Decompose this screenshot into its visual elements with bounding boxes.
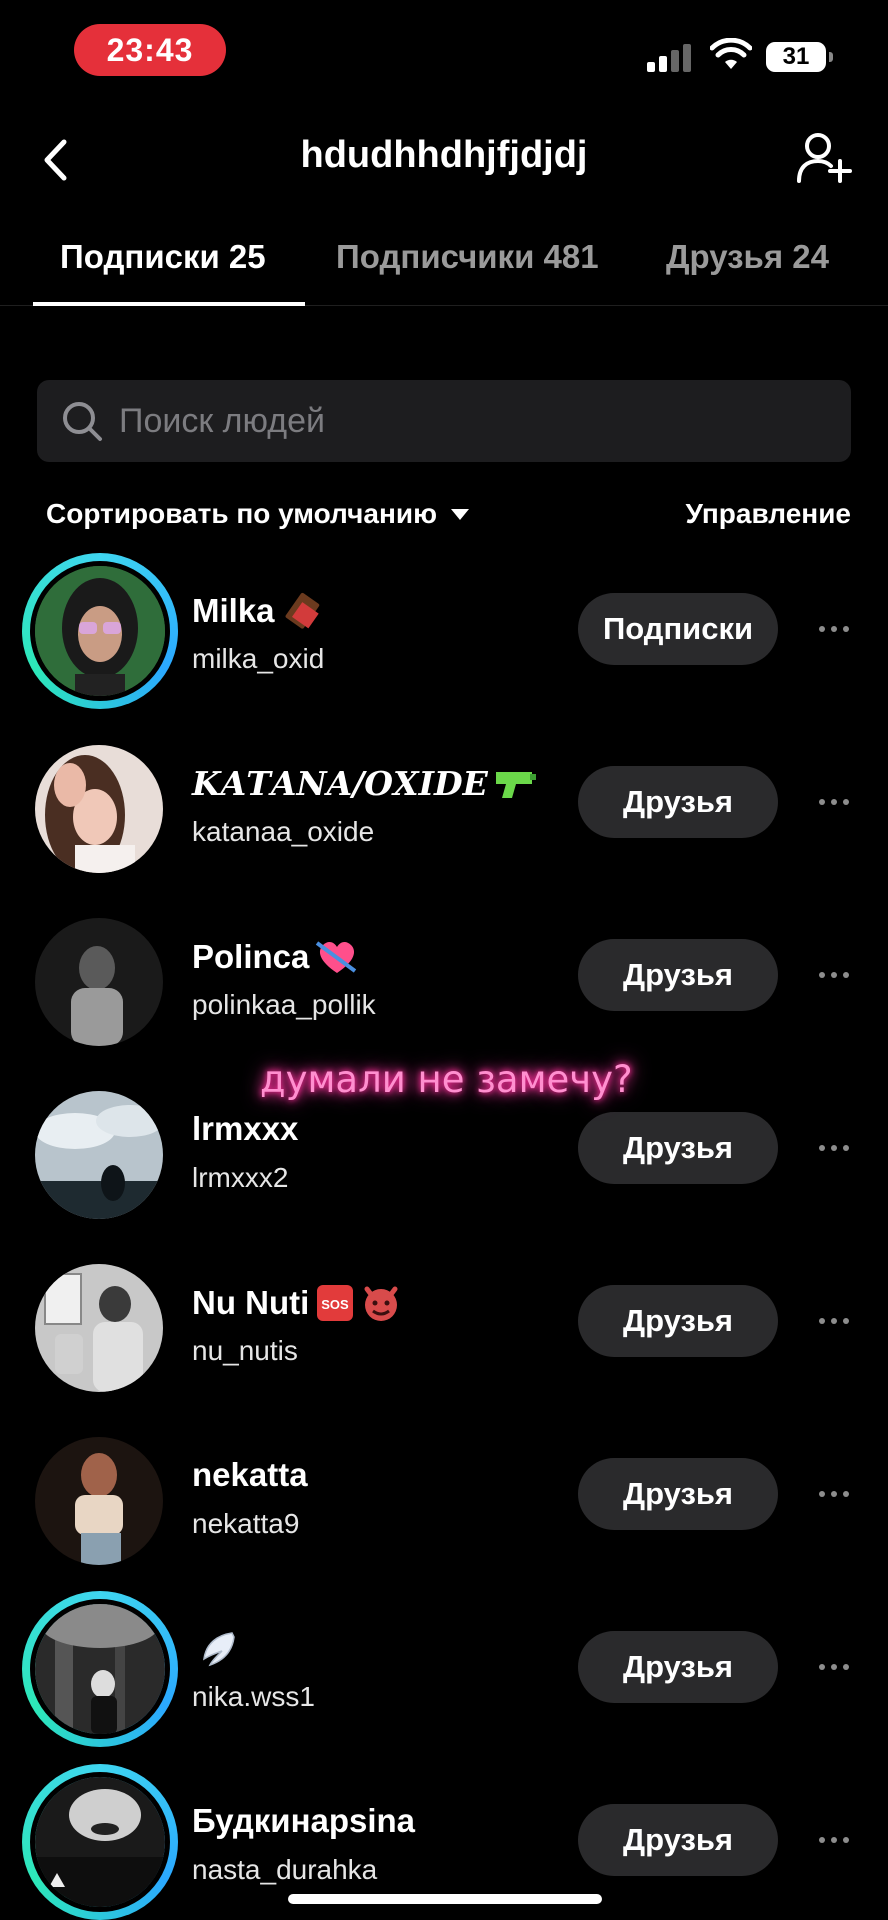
sort-row: Сортировать по умолчанию Управление [46,498,851,538]
heart-arrow-emoji-icon [316,941,357,973]
chocolate-emoji-icon [285,592,319,629]
friends-button[interactable]: Друзья [578,766,778,838]
user-name-text: Nu Nuti [192,1284,310,1321]
manage-button[interactable]: Управление [686,498,851,530]
avatar-frame [26,1255,172,1401]
user-name-text: Polinca [192,938,310,975]
user-list: Milka milka_oxid Подписки 𝑲𝑨𝑻𝑨𝑵𝑨/𝑶𝑿𝑰𝑫𝑬 k… [0,543,888,1920]
avatar [30,561,170,701]
search-icon [63,402,102,441]
avatar [30,1599,170,1739]
user-name[interactable]: nekatta [192,1456,308,1494]
user-handle[interactable]: polinkaa_pollik [192,989,376,1021]
story-ring[interactable] [22,1591,178,1747]
battery-icon: 31 [766,42,833,72]
cellular-signal-icon [647,42,695,72]
story-ring[interactable] [22,553,178,709]
tab-bar: Подписки 25 Подписчики 481 Друзья 24 [0,230,888,306]
user-handle[interactable]: katanaa_oxide [192,816,374,848]
list-item: nekatta nekatta9 Друзья [0,1408,888,1581]
avatar-frame [26,1082,172,1228]
more-horizontal-icon[interactable] [808,1128,860,1168]
devil-emoji-icon [364,1286,398,1321]
user-name[interactable]: Nu Nuti SOS [192,1283,401,1323]
search-input[interactable] [119,380,819,462]
avatar[interactable] [35,1264,163,1392]
user-handle[interactable]: nekatta9 [192,1508,299,1540]
caret-down-icon [451,508,470,520]
user-name-text: lrmxxx [192,1110,299,1147]
list-item: Milka milka_oxid Подписки [0,543,888,716]
user-name-text: Будкинарsina [192,1802,416,1839]
list-item: Polinca polinkaa_pollik Друзья [0,889,888,1062]
status-bar: 23:43 31 [0,0,888,100]
search-bar[interactable] [37,380,851,462]
friends-button[interactable]: Друзья [578,1804,778,1876]
more-horizontal-icon[interactable] [808,955,860,995]
more-horizontal-icon[interactable] [808,1301,860,1341]
wifi-icon [710,38,752,69]
user-name[interactable]: Milka [192,591,321,631]
list-item: 𝑲𝑨𝑻𝑨𝑵𝑨/𝑶𝑿𝑰𝑫𝑬 katanaa_oxide Друзья [0,716,888,889]
friends-button[interactable]: Друзья [578,1458,778,1530]
more-horizontal-icon[interactable] [808,1820,860,1860]
avatar [30,1772,170,1912]
more-horizontal-icon[interactable] [808,609,860,649]
avatar[interactable] [35,918,163,1046]
svg-text:SOS: SOS [322,1297,350,1312]
tab-following[interactable]: Подписки 25 [60,238,266,276]
avatar-frame [26,736,172,882]
user-handle[interactable]: nasta_durahka [192,1854,377,1886]
user-handle[interactable]: lrmxxx2 [192,1162,288,1194]
tab-followers[interactable]: Подписчики 481 [336,238,599,276]
active-tab-indicator [33,302,305,306]
user-name[interactable]: Polinca [192,937,359,977]
user-name[interactable]: Будкинарsina [192,1802,415,1840]
tab-friends[interactable]: Друзья 24 [666,238,829,276]
home-indicator[interactable] [288,1894,602,1904]
avatar[interactable] [35,745,163,873]
user-handle[interactable]: milka_oxid [192,643,324,675]
friends-button[interactable]: Друзья [578,1631,778,1703]
wing-emoji-icon [203,1632,235,1667]
story-ring[interactable] [22,1764,178,1920]
page-title: hdudhhdhjfjdjdj [300,134,588,176]
sos-emoji-icon: SOS [317,1285,354,1321]
user-name-text: 𝑲𝑨𝑻𝑨𝑵𝑨/𝑶𝑿𝑰𝑫𝑬 [192,764,488,803]
sort-label: Сортировать по умолчанию [46,498,438,529]
more-horizontal-icon[interactable] [808,782,860,822]
friends-button[interactable]: Друзья [578,1285,778,1357]
user-name[interactable] [192,1629,238,1669]
user-name-text: Milka [192,592,275,629]
user-name[interactable]: lrmxxx [192,1110,298,1148]
overlay-caption: думали не замечу? [260,1058,633,1101]
user-handle[interactable]: nika.wss1 [192,1681,315,1713]
water-pistol-emoji-icon [495,771,536,798]
header: hdudhhdhjfjdjdj [0,120,888,200]
list-item: nika.wss1 Друзья [0,1581,888,1754]
add-user-icon [797,133,852,183]
avatar[interactable] [35,1091,163,1219]
list-item: Nu Nuti SOS nu_nutis Друзья [0,1235,888,1408]
sort-dropdown[interactable]: Сортировать по умолчанию [46,498,470,530]
friends-button[interactable]: Друзья [578,939,778,1011]
avatar[interactable] [35,1437,163,1565]
user-name[interactable]: 𝑲𝑨𝑻𝑨𝑵𝑨/𝑶𝑿𝑰𝑫𝑬 [192,764,538,803]
add-user-button[interactable] [792,126,856,190]
avatar-frame [26,1428,172,1574]
more-horizontal-icon[interactable] [808,1474,860,1514]
user-name-text: nekatta [192,1456,308,1493]
following-button[interactable]: Подписки [578,593,778,665]
user-handle[interactable]: nu_nutis [192,1335,298,1367]
more-horizontal-icon[interactable] [808,1647,860,1687]
friends-button[interactable]: Друзья [578,1112,778,1184]
avatar-frame [26,909,172,1055]
status-time: 23:43 [74,24,226,76]
